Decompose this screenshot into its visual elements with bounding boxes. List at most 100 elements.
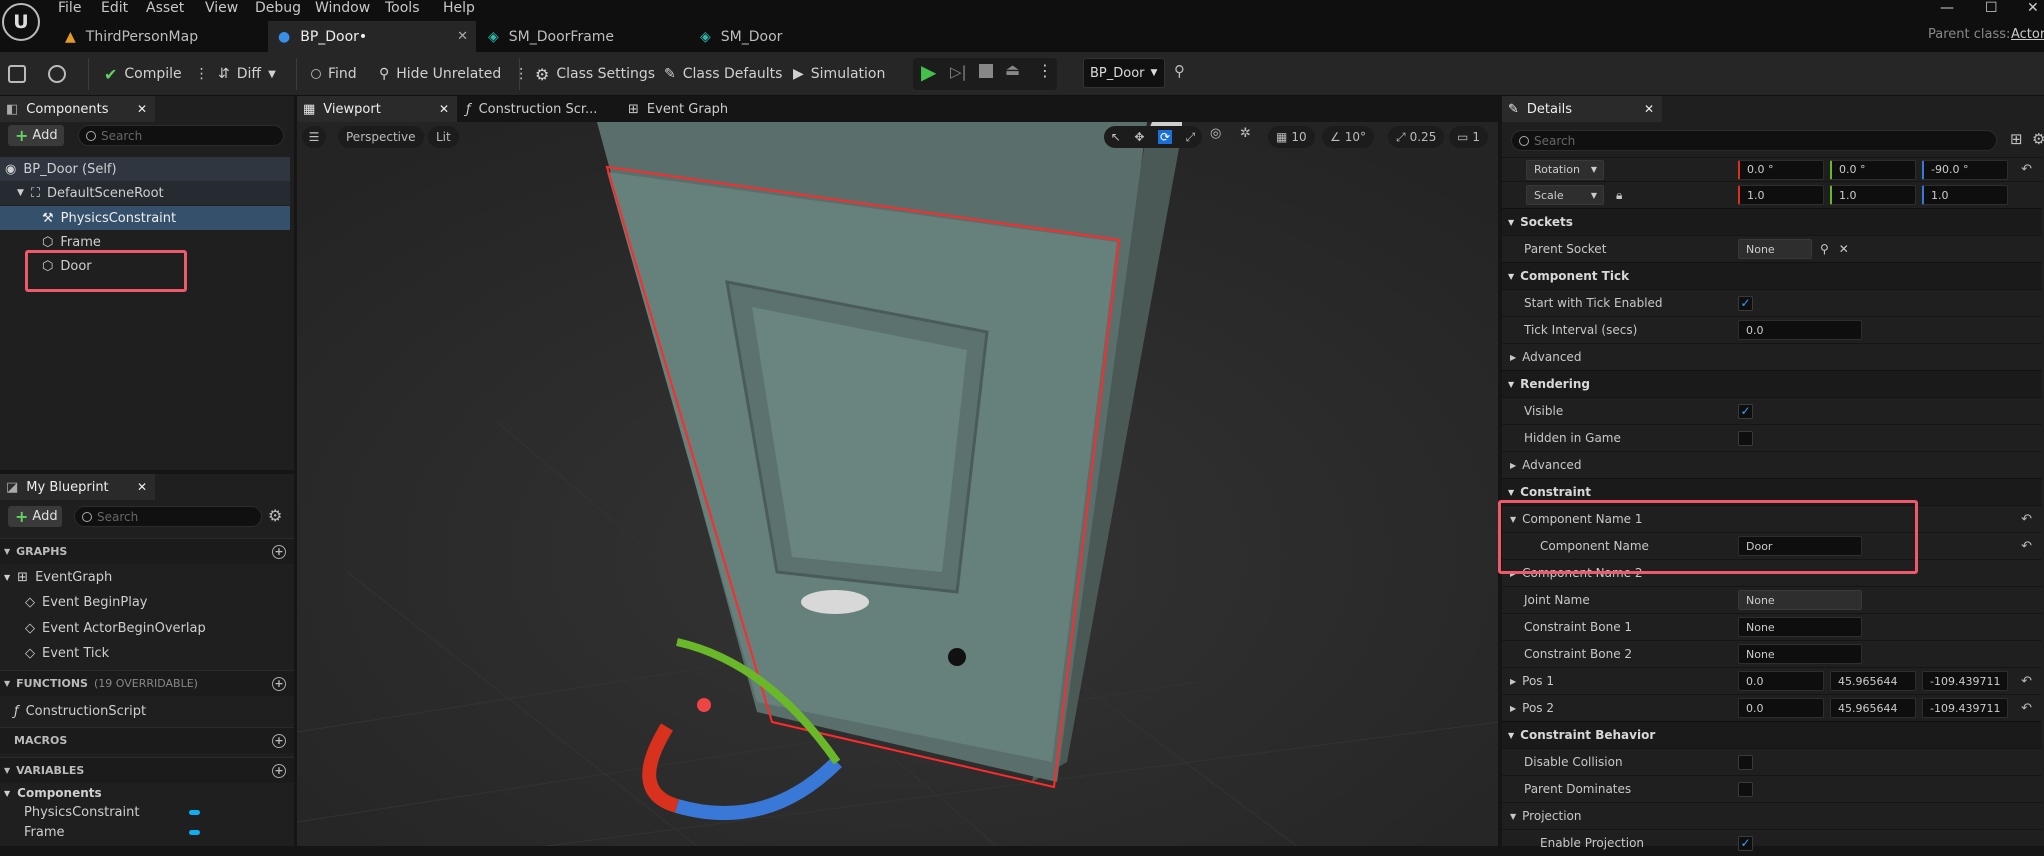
tab-my-blueprint[interactable]: ◪ My Blueprint ✕ [0,474,155,500]
my-blueprint-search[interactable]: Search [74,506,262,527]
unreal-logo-icon[interactable]: U [2,3,40,41]
reset-icon[interactable]: ↶ [2021,701,2032,716]
add-component-button[interactable]: + Add [8,125,64,146]
viewport-canvas[interactable] [297,122,1498,846]
find-button[interactable]: Find [311,52,357,96]
surface-snap-icon[interactable]: ✲ [1240,126,1251,141]
event-begin-play[interactable]: ◇ Event BeginPlay [0,590,290,614]
viewport-menu-icon[interactable]: ☰ [302,126,326,148]
section-constraint-behavior[interactable]: ▼ Constraint Behavior [1502,721,2042,748]
scale-mode-select[interactable]: Scale ▼ [1526,185,1604,205]
select-icon[interactable]: ↖ [1111,130,1121,144]
world-local-icon[interactable]: ◎ [1210,126,1221,141]
macros-section[interactable]: MACROS + [0,727,294,753]
variable-frame[interactable]: Frame [0,821,290,843]
tab-sm-doorframe[interactable]: ◈ SM_DoorFrame [478,21,688,52]
close-icon[interactable]: ✕ [439,102,449,116]
scale-icon[interactable]: ⤢ [1186,130,1196,145]
close-icon[interactable]: ✕ [1644,102,1654,116]
menu-help[interactable]: Help [443,0,475,16]
menu-window[interactable]: Window [315,0,370,16]
details-search[interactable]: Search [1511,130,1997,151]
add-variable-icon[interactable]: + [272,763,286,778]
variables-section[interactable]: ▼ VARIABLES + [0,757,294,783]
rotation-snap-button[interactable]: ∠ 10° [1322,126,1375,148]
reset-icon[interactable]: ↶ [2021,674,2032,689]
tree-item-self[interactable]: ◉ BP_Door (Self) [0,157,290,181]
grid-snap-button[interactable]: ▦ 10 [1268,126,1315,148]
parent-socket-field[interactable]: None [1738,239,1812,259]
rotation-z-field[interactable]: -90.0 ° [1922,159,2008,180]
tab-construction-script[interactable]: ƒ Construction Scr... [460,96,620,122]
pos-2-x-field[interactable]: 0.0 [1738,698,1824,718]
perspective-button[interactable]: Perspective [338,126,424,148]
tab-bp-door[interactable]: ● BP_Door• ✕ [268,21,476,52]
visible-checkbox[interactable]: ✓ [1738,403,1753,419]
tree-item-door[interactable]: ⬡ Door [0,254,290,278]
class-settings-button[interactable]: ⚙ Class Settings [535,52,655,96]
stop-icon[interactable] [979,64,993,78]
reset-icon[interactable]: ↶ [2021,162,2032,177]
play-icon[interactable]: ▶ [921,60,936,84]
step-icon[interactable]: ▷| [950,63,967,81]
menu-debug[interactable]: Debug [255,0,301,16]
tree-item-default-scene-root[interactable]: ▼ ⛶ DefaultSceneRoot [0,181,290,205]
lit-button[interactable]: Lit [428,126,459,148]
tab-sm-door[interactable]: ◈ SM_Door [690,21,860,52]
tab-viewport[interactable]: ▦ Viewport ✕ [297,96,457,122]
functions-section[interactable]: ▼ FUNCTIONS (19 OVERRIDABLE) + [0,670,294,696]
debug-object-select[interactable]: BP_Door ▼ [1083,58,1165,88]
translate-icon[interactable]: ✥ [1134,130,1144,144]
joint-name-field[interactable]: None [1738,590,1862,610]
clear-icon[interactable]: ✕ [1839,242,1849,256]
menu-tools[interactable]: Tools [385,0,420,16]
diff-button[interactable]: ⇵ Diff ▼ [218,52,276,96]
tab-event-graph[interactable]: ⊞ Event Graph [622,96,762,122]
pos-2-z-field[interactable]: -109.439711 [1922,698,2008,718]
compile-button[interactable]: ✔ Compile ⋮ [104,52,209,96]
eject-icon[interactable]: ⏏ [1005,60,1020,79]
rotate-icon[interactable]: ⟳ [1157,130,1173,144]
gear-icon[interactable]: ⚙ [268,506,282,525]
maximize-icon[interactable]: ☐ [1985,0,1998,16]
section-constraint[interactable]: ▼ Constraint [1502,478,2042,505]
close-window-icon[interactable]: ✕ [2027,0,2039,16]
close-icon[interactable]: ✕ [457,29,468,44]
constraint-bone-2-field[interactable]: None [1738,644,1862,664]
parent-dominates-checkbox[interactable] [1738,781,1753,797]
more-vert-icon[interactable]: ⋮ [1037,61,1053,80]
section-sockets[interactable]: ▼ Sockets [1502,208,2042,235]
graphs-section[interactable]: ▼ GRAPHS + [0,538,294,564]
component-name-field[interactable]: Door [1738,536,1862,556]
tree-item-physics-constraint[interactable]: ⚒ PhysicsConstraint [0,206,290,230]
tree-item-frame[interactable]: ⬡ Frame [0,230,290,254]
property-matrix-icon[interactable]: ⊞ [2010,130,2023,148]
row-component-name-2[interactable]: ▶ Component Name 2 [1502,559,2042,586]
pos-1-y-field[interactable]: 45.965644 [1830,671,1916,691]
rotation-y-field[interactable]: 0.0 ° [1830,159,1916,180]
row-advanced-rendering[interactable]: ▶ Advanced [1502,451,2042,478]
close-icon[interactable]: ✕ [137,480,147,494]
hidden-in-game-checkbox[interactable] [1738,430,1753,446]
minimize-icon[interactable]: — [1940,0,1954,16]
row-advanced[interactable]: ▶ Advanced [1502,343,2042,370]
scale-y-field[interactable]: 1.0 [1830,185,1916,205]
menu-asset[interactable]: Asset [146,0,184,16]
gizmo-pivot[interactable] [697,698,711,712]
section-rendering[interactable]: ▼ Rendering [1502,370,2042,397]
start-tick-checkbox[interactable]: ✓ [1738,295,1753,311]
reset-icon[interactable]: ↶ [2021,512,2032,527]
row-projection[interactable]: ▼ Projection [1502,802,2042,829]
tab-thirdpersonmap[interactable]: ▲ ThirdPersonMap [55,21,265,52]
event-tick[interactable]: ◇ Event Tick [0,641,290,665]
add-blueprint-item-button[interactable]: + Add [8,506,62,527]
tab-components[interactable]: ◧ Components ✕ [0,96,155,122]
scale-z-field[interactable]: 1.0 [1922,185,2008,205]
browse-button[interactable] [48,52,66,96]
socket-browse-icon[interactable]: ⚲ [1820,242,1829,256]
hide-unrelated-button[interactable]: ⚲ Hide Unrelated ⋮ [379,52,528,96]
tab-details[interactable]: ✎ Details ✕ [1502,96,1662,122]
scale-snap-button[interactable]: ⤢ 0.25 [1388,126,1445,148]
reset-icon[interactable]: ↶ [2021,539,2032,554]
lock-icon[interactable]: 🔒︎ [1616,188,1622,203]
